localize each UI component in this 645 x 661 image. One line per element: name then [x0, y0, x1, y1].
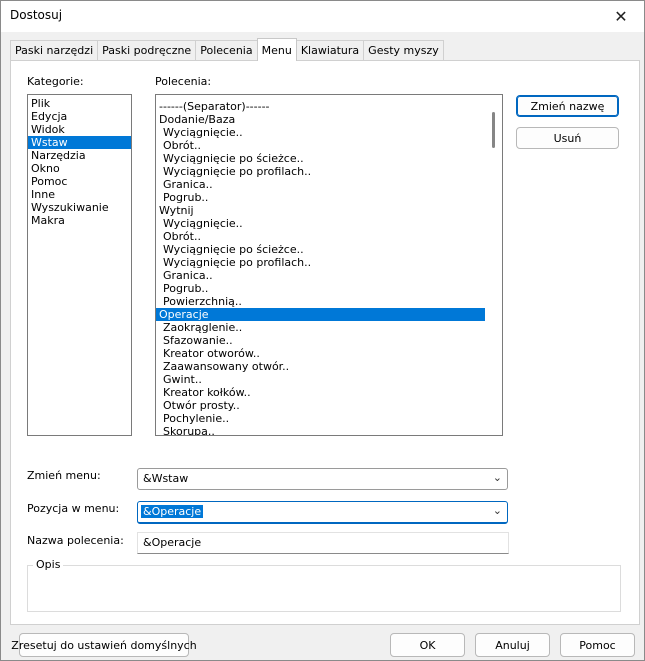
- command-item[interactable]: Wyciągnięcie po ścieżce..: [156, 152, 485, 165]
- command-item[interactable]: Granica..: [156, 178, 485, 191]
- categories-list[interactable]: Plik Edycja Widok Wstaw Narzędzia Okno Pomoc In…: [27, 94, 132, 436]
- command-item[interactable]: Kreator kołków..: [156, 386, 485, 399]
- menu-position-value: &Operacje: [141, 505, 204, 518]
- command-item[interactable]: Wyciągnięcie po profilach..: [156, 256, 485, 269]
- category-item[interactable]: Wyszukiwanie: [28, 201, 131, 214]
- tab-commands[interactable]: Polecenia: [195, 40, 258, 60]
- change-menu-value: &Wstaw: [143, 472, 189, 485]
- category-item[interactable]: Okno: [28, 162, 131, 175]
- change-menu-label: Zmień menu:: [27, 469, 101, 482]
- tab-menu[interactable]: Menu: [256, 38, 297, 61]
- command-name-field[interactable]: &Operacje: [137, 532, 509, 554]
- command-item[interactable]: Wyciągnięcie po ścieżce..: [156, 243, 485, 256]
- command-item[interactable]: Zaawansowany otwór..: [156, 360, 485, 373]
- window-title: Dostosuj: [10, 8, 63, 22]
- command-item[interactable]: Pogrub..: [156, 191, 485, 204]
- command-item[interactable]: Obrót..: [156, 139, 485, 152]
- chevron-down-icon[interactable]: ⌄: [493, 471, 502, 484]
- command-item[interactable]: Gwint..: [156, 373, 485, 386]
- tab-keyboard[interactable]: Klawiatura: [295, 40, 365, 60]
- command-item[interactable]: Pochylenie..: [156, 412, 485, 425]
- command-item[interactable]: Wyciągnięcie..: [156, 126, 485, 139]
- scrollbar-thumb[interactable]: [492, 112, 495, 148]
- command-name-label: Nazwa polecenia:: [27, 534, 124, 547]
- command-item[interactable]: Zaokrąglenie..: [156, 321, 485, 334]
- command-item[interactable]: Dodanie/Baza: [156, 113, 485, 126]
- rename-button[interactable]: Zmień nazwę: [516, 95, 619, 117]
- category-item[interactable]: Pomoc: [28, 175, 131, 188]
- tab-mouse-gestures[interactable]: Gesty myszy: [363, 40, 444, 60]
- category-item[interactable]: Edycja: [28, 110, 131, 123]
- command-item[interactable]: Wytnij: [156, 204, 485, 217]
- command-name-value: &Operacje: [143, 536, 202, 549]
- command-item[interactable]: Otwór prosty..: [156, 399, 485, 412]
- category-item[interactable]: Inne: [28, 188, 131, 201]
- change-menu-combo[interactable]: &Wstaw ⌄: [137, 468, 508, 490]
- command-item[interactable]: Powierzchnią..: [156, 295, 485, 308]
- commands-list[interactable]: ------(Separator)------ Dodanie/Baza Wycią…: [155, 94, 503, 436]
- command-item[interactable]: Wyciągnięcie..: [156, 217, 485, 230]
- command-item[interactable]: Skorupa..: [156, 425, 485, 435]
- description-group: Opis: [27, 558, 621, 612]
- command-item[interactable]: Sfazowanie..: [156, 334, 485, 347]
- tab-toolbars[interactable]: Paski narzędzi: [10, 40, 99, 60]
- close-icon[interactable]: ✕: [598, 1, 644, 32]
- command-item[interactable]: Kreator otworów..: [156, 347, 485, 360]
- tab-shortcut-bars[interactable]: Paski podręczne: [97, 40, 197, 60]
- menu-position-combo[interactable]: &Operacje ⌄: [137, 501, 508, 524]
- menu-position-label: Pozycja w menu:: [27, 502, 120, 515]
- customize-dialog: Dostosuj ✕ Paski narzędzi Paski podręczn…: [0, 0, 645, 661]
- delete-button[interactable]: Usuń: [516, 127, 619, 149]
- category-item[interactable]: Makra: [28, 214, 131, 227]
- help-button[interactable]: Pomoc: [560, 633, 635, 657]
- reset-defaults-button[interactable]: Zresetuj do ustawień domyślnych: [11, 633, 197, 657]
- title-bar: Dostosuj ✕: [1, 1, 644, 32]
- command-item[interactable]: Wyciągnięcie po profilach..: [156, 165, 485, 178]
- description-label: Opis: [33, 558, 64, 571]
- tab-strip: Paski narzędzi Paski podręczne Polecenia…: [10, 38, 444, 61]
- menu-tab-panel: Kategorie: Plik Edycja Widok Wstaw Narzędzia…: [10, 60, 640, 625]
- command-item[interactable]: Obrót..: [156, 230, 485, 243]
- command-item[interactable]: Operacje: [156, 308, 485, 321]
- category-item[interactable]: Wstaw: [28, 136, 131, 149]
- commands-label: Polecenia:: [155, 75, 212, 88]
- commands-scrollbar[interactable]: [485, 95, 502, 435]
- categories-label: Kategorie:: [27, 75, 84, 88]
- category-item[interactable]: Plik: [28, 97, 131, 110]
- category-item[interactable]: Widok: [28, 123, 131, 136]
- category-item[interactable]: Narzędzia: [28, 149, 131, 162]
- cancel-button[interactable]: Anuluj: [475, 633, 550, 657]
- command-item[interactable]: Granica..: [156, 269, 485, 282]
- command-item[interactable]: ------(Separator)------: [156, 100, 485, 113]
- ok-button[interactable]: OK: [390, 633, 465, 657]
- command-item[interactable]: Pogrub..: [156, 282, 485, 295]
- chevron-down-icon[interactable]: ⌄: [493, 504, 502, 517]
